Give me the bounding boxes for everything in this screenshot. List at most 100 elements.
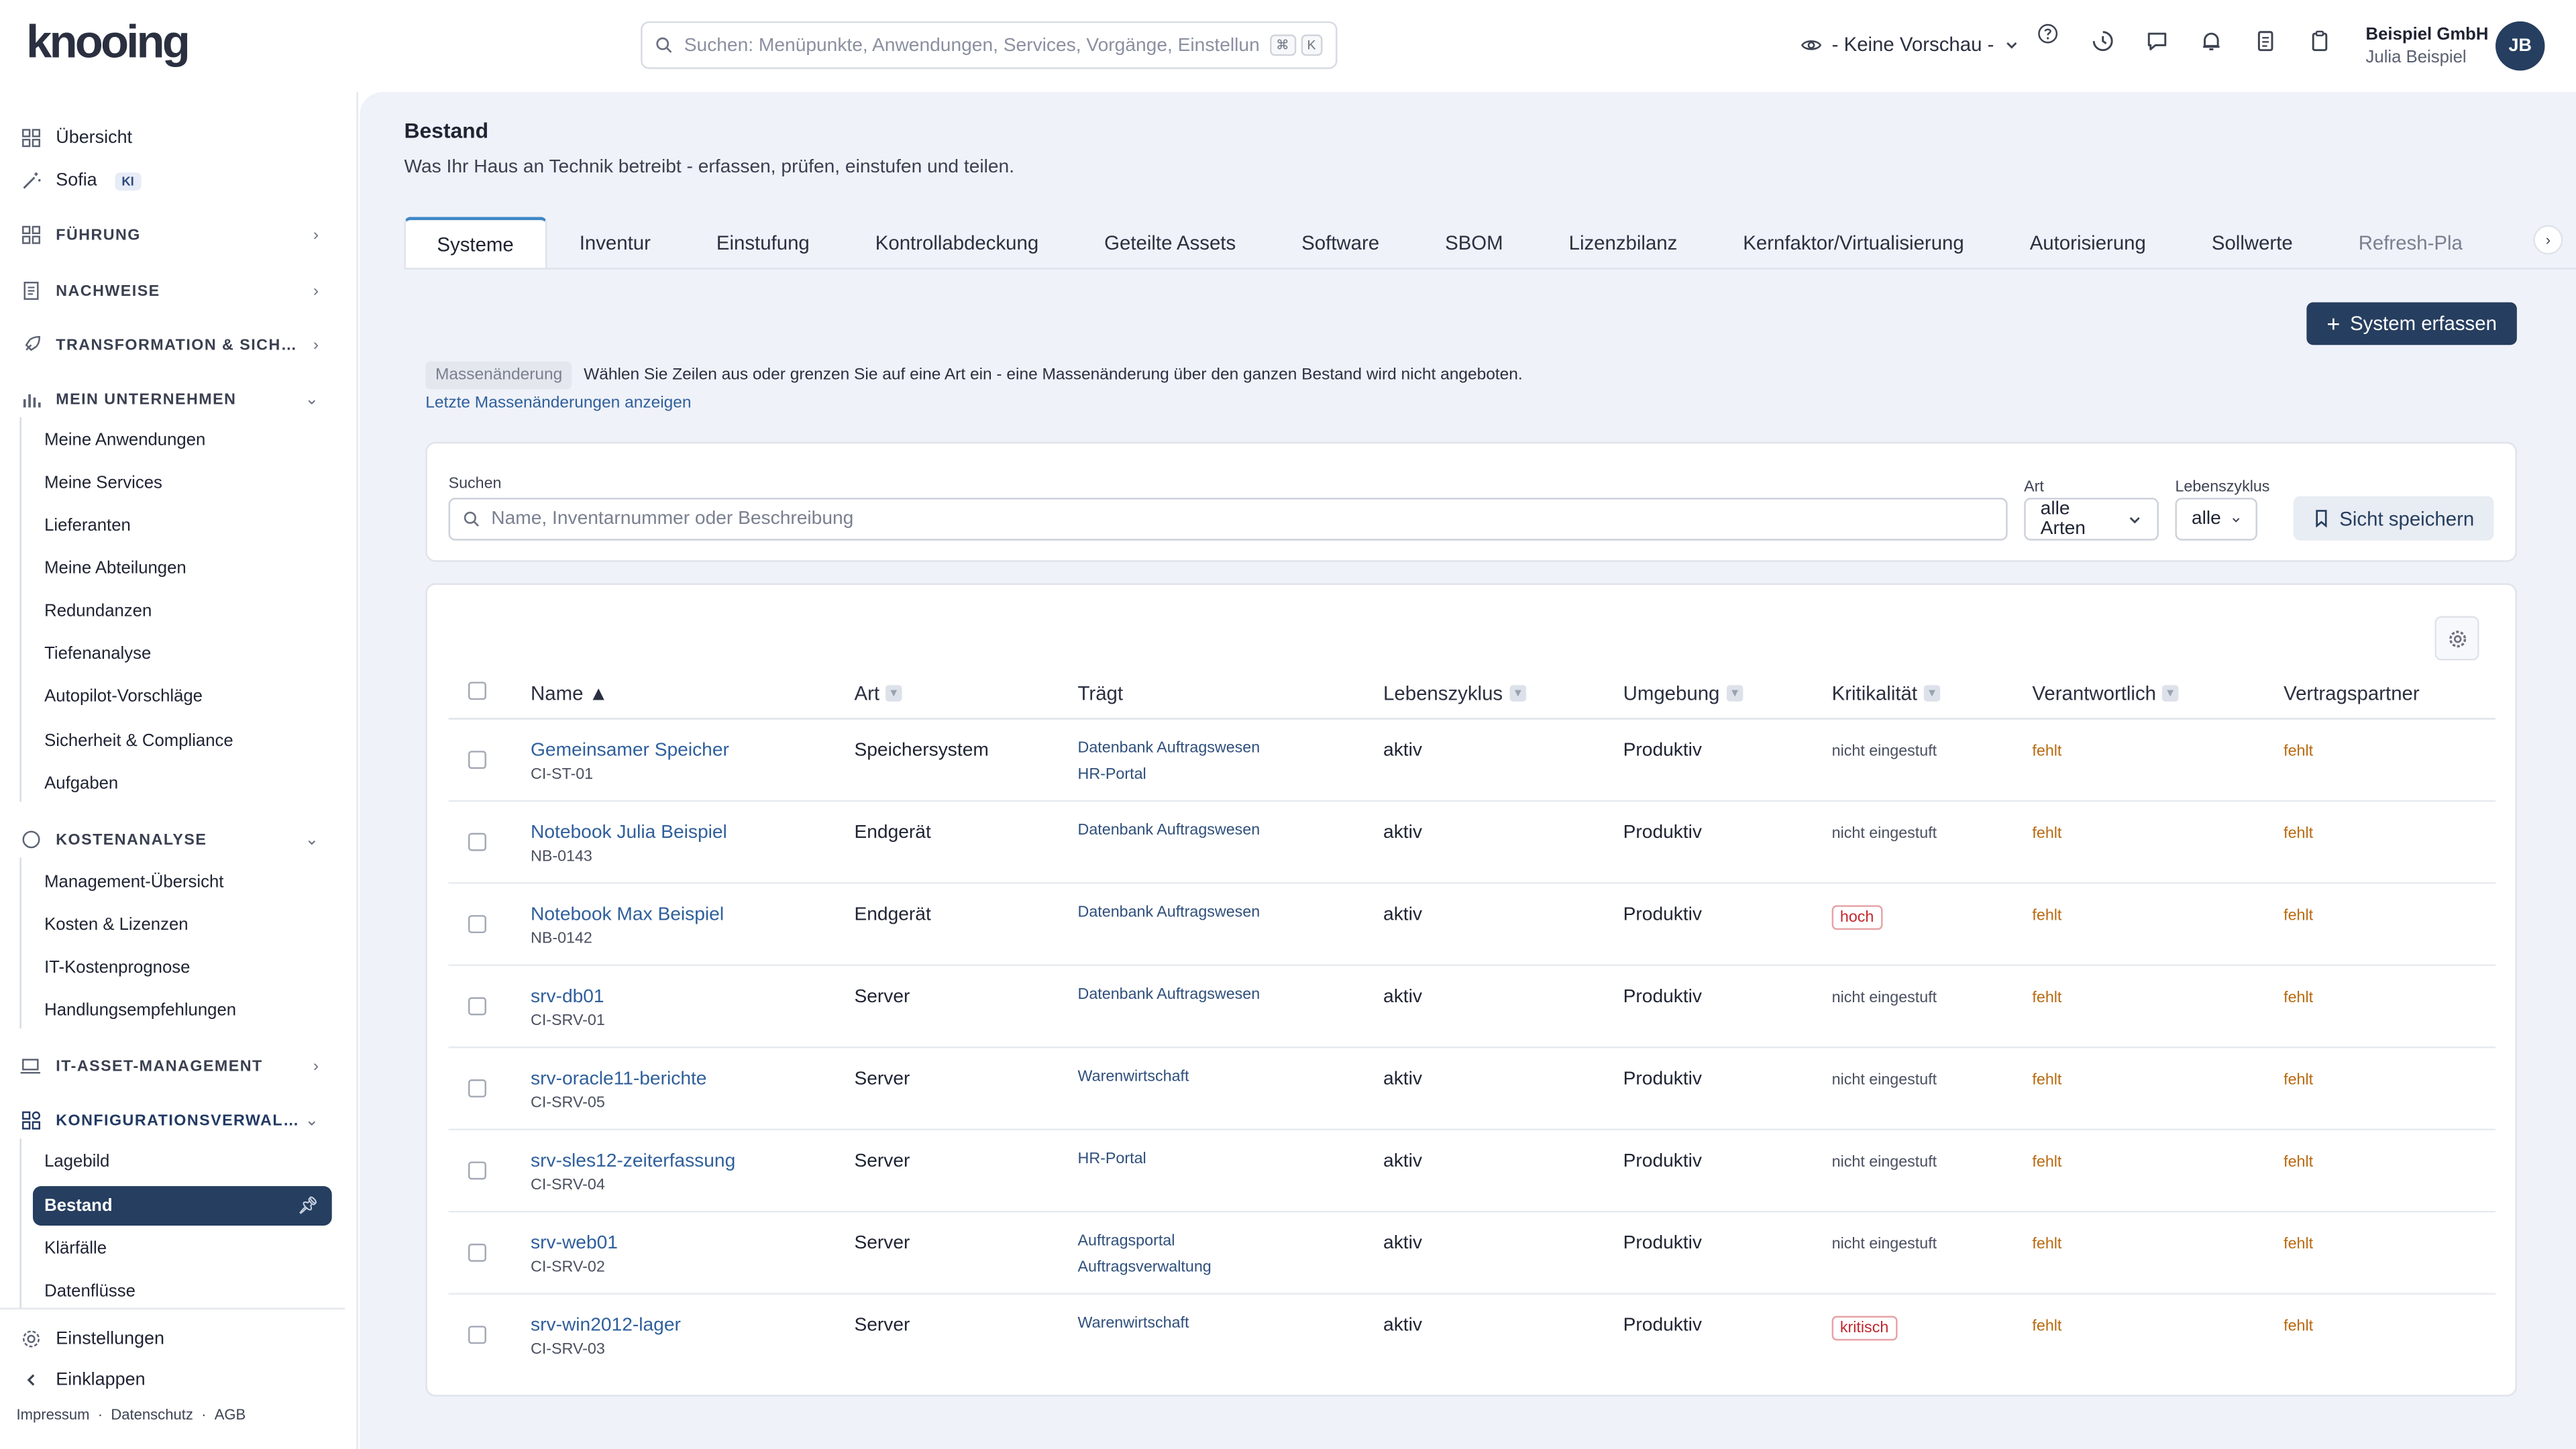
save-view-button[interactable]: Sicht speichern (2293, 496, 2494, 541)
row-checkbox[interactable] (468, 915, 486, 934)
tabs-scroll-right-icon[interactable]: › (2533, 225, 2563, 255)
row-checkbox[interactable] (468, 997, 486, 1016)
sidebar-section-konfig[interactable]: Konfigurationsverwal… ⌄ (19, 1102, 341, 1138)
sidebar-section-mein-unternehmen[interactable]: Mein Unternehmen ⌄ (19, 381, 341, 417)
tab-software[interactable]: Software (1269, 217, 1412, 268)
pin-icon[interactable]: 📌︎ (298, 1197, 319, 1215)
tab-autorisierung[interactable]: Autorisierung (1997, 217, 2179, 268)
sidebar-item-overview[interactable]: Übersicht (19, 120, 341, 156)
supported-app-link[interactable]: Auftragsverwaltung (1078, 1255, 1212, 1281)
sidebar-item-bestand[interactable]: Bestand 📌︎ (32, 1186, 332, 1226)
column-header-art[interactable]: Art (854, 682, 903, 705)
clipboard-icon[interactable] (2302, 23, 2336, 57)
tab-einstufung[interactable]: Einstufung (684, 217, 843, 268)
tab-kernfaktor[interactable]: Kernfaktor/Virtualisierung (1710, 217, 1996, 268)
sidebar-item-sicherheit[interactable]: Sicherheit & Compliance (33, 723, 332, 759)
sidebar-item-lagebild[interactable]: Lagebild (33, 1144, 332, 1180)
supported-app-link[interactable]: Datenbank Auftragswesen (1078, 818, 1260, 845)
add-system-button[interactable]: + System erfassen (2306, 302, 2517, 345)
sidebar-section-nachweise[interactable]: Nachweise › (19, 273, 341, 309)
table-row[interactable]: srv-db01 CI-SRV-01 Server Datenbank Auft… (448, 966, 2496, 1049)
table-row[interactable]: srv-oracle11-berichte CI-SRV-05 Server W… (448, 1048, 2496, 1130)
tab-systeme[interactable]: Systeme (404, 217, 547, 268)
supported-app-link[interactable]: Auftragsportal (1078, 1229, 1212, 1255)
sidebar-item-datenfluesse[interactable]: Datenflüsse (33, 1273, 332, 1309)
row-checkbox[interactable] (468, 1161, 486, 1180)
user-info[interactable]: Beispiel GmbH Julia Beispiel (2366, 23, 2489, 69)
sidebar-item-meine-abteilungen[interactable]: Meine Abteilungen (33, 550, 332, 586)
supported-app-link[interactable]: HR-Portal (1078, 1146, 1146, 1173)
tab-geteilte-assets[interactable]: Geteilte Assets (1071, 217, 1269, 268)
tab-sollwerte[interactable]: Sollwerte (2179, 217, 2326, 268)
sidebar-item-klaerfaelle[interactable]: Klärfälle (33, 1230, 332, 1267)
tab-refresh[interactable]: Refresh-Pla (2326, 217, 2496, 268)
sidebar-section-itam[interactable]: IT-Asset-Management › (19, 1048, 341, 1084)
sidebar-item-meine-anwendungen[interactable]: Meine Anwendungen (33, 422, 332, 458)
art-select[interactable]: alle Arten (2024, 498, 2159, 541)
agb-link[interactable]: AGB (215, 1406, 246, 1422)
table-row[interactable]: Notebook Julia Beispiel NB-0143 Endgerät… (448, 802, 2496, 884)
search-input[interactable]: Name, Inventarnummer oder Beschreibung (448, 498, 2008, 541)
impressum-link[interactable]: Impressum (16, 1406, 89, 1422)
sidebar-item-handlungsempfehlungen[interactable]: Handlungsempfehlungen (33, 992, 332, 1028)
table-settings-button[interactable] (2434, 616, 2479, 661)
sidebar-item-lieferanten[interactable]: Lieferanten (33, 508, 332, 544)
sidebar-item-sofia[interactable]: Sofia KI (19, 162, 341, 199)
supported-app-link[interactable]: Datenbank Auftragswesen (1078, 983, 1260, 1009)
recent-bulk-changes-link[interactable]: Letzte Massenänderungen anzeigen (425, 394, 691, 413)
row-checkbox[interactable] (468, 1079, 486, 1097)
tab-inventur[interactable]: Inventur (547, 217, 684, 268)
tab-kontrollabdeckung[interactable]: Kontrollabdeckung (843, 217, 1071, 268)
table-row[interactable]: srv-win2012-lager CI-SRV-03 Server Waren… (449, 1295, 2496, 1377)
system-name-link[interactable]: Gemeinsamer Speicher (531, 741, 729, 760)
row-checkbox[interactable] (468, 833, 486, 851)
global-search[interactable]: Suchen: Menüpunkte, Anwendungen, Service… (641, 21, 1338, 69)
column-header-name[interactable]: Name ▲ (531, 682, 608, 704)
column-header-lebenszyklus[interactable]: Lebenszyklus (1383, 682, 1526, 705)
activity-icon[interactable] (2085, 23, 2119, 57)
supported-app-link[interactable]: Warenwirtschaft (1078, 1065, 1189, 1091)
system-name-link[interactable]: srv-db01 (531, 987, 605, 1007)
select-all-checkbox[interactable] (468, 682, 486, 700)
column-header-verantwortlich[interactable]: Verantwortlich (2032, 682, 2180, 705)
column-header-umgebung[interactable]: Umgebung (1623, 682, 1743, 705)
tab-lizenzbilanz[interactable]: Lizenzbilanz (1536, 217, 1711, 268)
supported-app-link[interactable]: Datenbank Auftragswesen (1078, 900, 1260, 926)
sidebar-collapse-button[interactable]: Einklappen (19, 1362, 341, 1398)
sidebar-item-autopilot[interactable]: Autopilot-Vorschläge (33, 678, 332, 714)
sidebar-item-redundanzen[interactable]: Redundanzen (33, 593, 332, 629)
sidebar-item-aufgaben[interactable]: Aufgaben (33, 765, 332, 802)
supported-app-link[interactable]: Warenwirtschaft (1078, 1311, 1189, 1337)
help-icon[interactable] (2031, 16, 2065, 50)
bell-icon[interactable] (2193, 23, 2227, 57)
supported-app-link[interactable]: Datenbank Auftragswesen (1078, 736, 1260, 762)
datenschutz-link[interactable]: Datenschutz (111, 1406, 193, 1422)
row-checkbox[interactable] (468, 1326, 486, 1344)
system-name-link[interactable]: Notebook Max Beispiel (531, 905, 724, 924)
system-name-link[interactable]: srv-win2012-lager (531, 1316, 681, 1336)
row-checkbox[interactable] (468, 751, 486, 769)
preview-selector[interactable]: - Keine Vorschau - (1801, 33, 2019, 56)
sidebar-section-kostenanalyse[interactable]: Kostenanalyse ⌄ (19, 822, 341, 858)
sidebar-item-kosten-lizenzen[interactable]: Kosten & Lizenzen (33, 907, 332, 943)
row-checkbox[interactable] (468, 1243, 486, 1262)
sidebar-item-tiefenanalyse[interactable]: Tiefenanalyse (33, 636, 332, 672)
table-row[interactable]: Notebook Max Beispiel NB-0142 Endgerät D… (448, 884, 2496, 967)
system-name-link[interactable]: srv-oracle11-berichte (531, 1069, 706, 1089)
table-row[interactable]: srv-web01 CI-SRV-02 Server Auftragsporta… (448, 1212, 2496, 1295)
system-name-link[interactable]: srv-web01 (531, 1234, 618, 1253)
chat-icon[interactable] (2139, 23, 2174, 57)
sidebar-item-meine-services[interactable]: Meine Services (33, 465, 332, 501)
column-header-kritikalitaet[interactable]: Kritikalität (1832, 682, 1941, 705)
avatar[interactable]: JB (2496, 21, 2545, 71)
supported-app-link[interactable]: HR-Portal (1078, 762, 1260, 788)
app-logo[interactable]: knooing (26, 16, 191, 68)
document-icon[interactable] (2247, 23, 2282, 57)
lifecycle-select[interactable]: alle (2175, 498, 2257, 541)
table-row[interactable]: srv-sles12-zeiterfassung CI-SRV-04 Serve… (448, 1130, 2496, 1213)
sidebar-item-it-kostenprognose[interactable]: IT-Kostenprognose (33, 950, 332, 986)
table-row[interactable]: Gemeinsamer Speicher CI-ST-01 Speichersy… (448, 720, 2496, 802)
system-name-link[interactable]: Notebook Julia Beispiel (531, 823, 727, 843)
sidebar-section-fuehrung[interactable]: Führung › (19, 217, 341, 253)
sidebar-item-management-uebersicht[interactable]: Management-Übersicht (33, 864, 332, 900)
